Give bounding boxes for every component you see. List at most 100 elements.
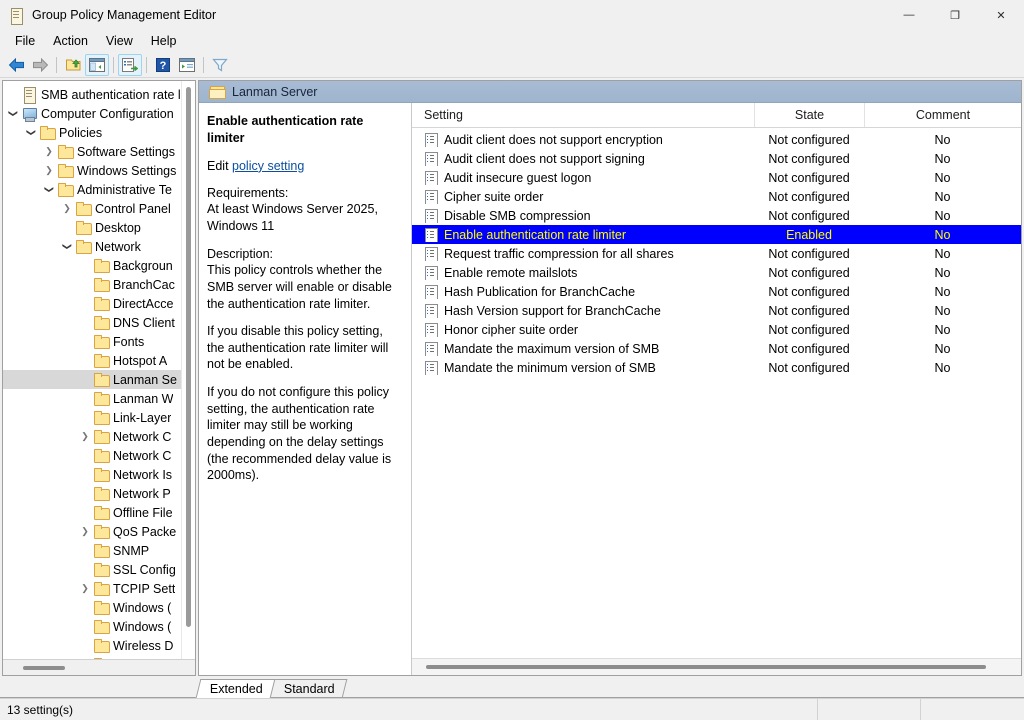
- menu-file[interactable]: File: [6, 31, 44, 51]
- tree-item-label: Network P: [113, 487, 171, 501]
- settings-list-row[interactable]: Mandate the maximum version of SMBNot co…: [412, 339, 1021, 358]
- chevron-down-icon[interactable]: [5, 109, 21, 118]
- setting-name: Enable authentication rate limiter: [444, 228, 626, 242]
- tree-item[interactable]: Control Panel: [3, 199, 195, 218]
- settings-list-row[interactable]: Mandate the minimum version of SMBNot co…: [412, 358, 1021, 377]
- results-pane-header: Lanman Server: [199, 81, 1021, 103]
- tree-item[interactable]: Desktop: [3, 218, 195, 237]
- tree-item[interactable]: Network: [3, 237, 195, 256]
- menu-action[interactable]: Action: [44, 31, 97, 51]
- settings-list-row[interactable]: Audit insecure guest logonNot configured…: [412, 168, 1021, 187]
- tree-item-label: Backgroun: [113, 259, 173, 273]
- policy-setting-icon: [424, 152, 438, 166]
- settings-list-row[interactable]: Audit client does not support encryption…: [412, 130, 1021, 149]
- forward-icon[interactable]: [28, 54, 52, 76]
- settings-list-row[interactable]: Cipher suite orderNot configuredNo: [412, 187, 1021, 206]
- tree-item[interactable]: Administrative Te: [3, 180, 195, 199]
- up-folder-icon[interactable]: [61, 54, 85, 76]
- show-hide-console-tree-icon[interactable]: [85, 54, 109, 76]
- policy-setting-link[interactable]: policy setting: [232, 159, 304, 173]
- tree-item-label: TCPIP Sett: [113, 582, 175, 596]
- settings-list-row[interactable]: Enable authentication rate limiterEnable…: [412, 225, 1021, 244]
- tree-item[interactable]: DNS Client: [3, 313, 195, 332]
- cell-state: Not configured: [754, 323, 864, 337]
- chevron-right-icon[interactable]: [41, 166, 57, 175]
- chevron-down-icon[interactable]: [23, 128, 39, 137]
- tree-item[interactable]: Network P: [3, 484, 195, 503]
- policy-setting-icon: [424, 247, 438, 261]
- view-tab[interactable]: Extended: [196, 679, 276, 698]
- chevron-right-icon[interactable]: [77, 432, 93, 441]
- tree-item[interactable]: Windows (: [3, 617, 195, 636]
- tree-item[interactable]: Network C: [3, 446, 195, 465]
- tree-item[interactable]: Hotspot A: [3, 351, 195, 370]
- results-pane-title: Lanman Server: [232, 85, 317, 99]
- tree-item[interactable]: Network C: [3, 427, 195, 446]
- back-icon[interactable]: [4, 54, 28, 76]
- list-hscroll-thumb[interactable]: [426, 665, 986, 669]
- minimize-button[interactable]: —: [886, 0, 932, 30]
- settings-list-row[interactable]: Honor cipher suite orderNot configuredNo: [412, 320, 1021, 339]
- export-list-icon[interactable]: [118, 54, 142, 76]
- folder-icon: [93, 278, 109, 292]
- tree-item[interactable]: Windows Settings: [3, 161, 195, 180]
- chevron-right-icon[interactable]: [77, 527, 93, 536]
- column-header-state[interactable]: State: [754, 103, 864, 127]
- folder-icon: [93, 468, 109, 482]
- tree-item[interactable]: QoS Packe: [3, 522, 195, 541]
- view-tab[interactable]: Standard: [269, 679, 346, 698]
- tree-item[interactable]: BranchCac: [3, 275, 195, 294]
- settings-list-row[interactable]: Hash Version support for BranchCacheNot …: [412, 301, 1021, 320]
- requirements-label: Requirements:: [207, 185, 403, 202]
- tree-horizontal-scrollbar[interactable]: [3, 659, 195, 675]
- settings-list-row[interactable]: Hash Publication for BranchCacheNot conf…: [412, 282, 1021, 301]
- close-button[interactable]: ✕: [978, 0, 1024, 30]
- restore-button[interactable]: ❐: [932, 0, 978, 30]
- tree-item[interactable]: Network Is: [3, 465, 195, 484]
- tree-hscroll-thumb[interactable]: [23, 666, 65, 670]
- tree-item-label: Windows (: [113, 601, 171, 615]
- settings-list-row[interactable]: Enable remote mailslotsNot configuredNo: [412, 263, 1021, 282]
- tree-item[interactable]: Lanman Se: [3, 370, 195, 389]
- properties-icon[interactable]: [175, 54, 199, 76]
- chevron-right-icon[interactable]: [59, 204, 75, 213]
- view-tab-label: Extended: [210, 682, 263, 696]
- menu-help[interactable]: Help: [142, 31, 186, 51]
- chevron-down-icon[interactable]: [59, 242, 75, 251]
- tree-item[interactable]: Policies: [3, 123, 195, 142]
- tree-item[interactable]: DirectAcce: [3, 294, 195, 313]
- column-header-setting[interactable]: Setting: [412, 103, 754, 127]
- list-horizontal-scrollbar[interactable]: [412, 658, 1021, 675]
- tree-item[interactable]: Offline File: [3, 503, 195, 522]
- chevron-right-icon[interactable]: [41, 147, 57, 156]
- tree-item[interactable]: Computer Configuration: [3, 104, 195, 123]
- menu-view[interactable]: View: [97, 31, 142, 51]
- tree-item[interactable]: Link-Layer: [3, 408, 195, 427]
- tree-vertical-scrollbar[interactable]: [181, 81, 195, 659]
- tree-item[interactable]: Lanman W: [3, 389, 195, 408]
- main-split: SMB authentication rate limiComputer Con…: [0, 78, 1024, 676]
- tree-item[interactable]: SNMP: [3, 541, 195, 560]
- tree-item[interactable]: Windows (: [3, 598, 195, 617]
- tree-item[interactable]: Backgroun: [3, 256, 195, 275]
- settings-list-row[interactable]: Audit client does not support signingNot…: [412, 149, 1021, 168]
- chevron-right-icon[interactable]: [77, 584, 93, 593]
- settings-list-row[interactable]: Disable SMB compressionNot configuredNo: [412, 206, 1021, 225]
- column-header-comment[interactable]: Comment: [864, 103, 1021, 127]
- folder-icon: [93, 601, 109, 615]
- folder-icon: [93, 373, 109, 387]
- help-icon[interactable]: ?: [151, 54, 175, 76]
- tree-item[interactable]: Software Settings: [3, 142, 195, 161]
- tree-item[interactable]: Fonts: [3, 332, 195, 351]
- chevron-down-icon[interactable]: [41, 185, 57, 194]
- tree-item[interactable]: SMB authentication rate limi: [3, 85, 195, 104]
- settings-list-row[interactable]: Request traffic compression for all shar…: [412, 244, 1021, 263]
- settings-list: Setting State Comment Audit client does …: [412, 103, 1021, 675]
- tree-item[interactable]: Wireless D: [3, 636, 195, 655]
- tree-item[interactable]: SSL Config: [3, 560, 195, 579]
- status-bar: 13 setting(s): [0, 698, 1024, 720]
- tree-vscroll-thumb[interactable]: [186, 87, 191, 627]
- filter-icon[interactable]: [208, 54, 232, 76]
- tree-item[interactable]: TCPIP Sett: [3, 579, 195, 598]
- cell-setting: Cipher suite order: [412, 190, 754, 204]
